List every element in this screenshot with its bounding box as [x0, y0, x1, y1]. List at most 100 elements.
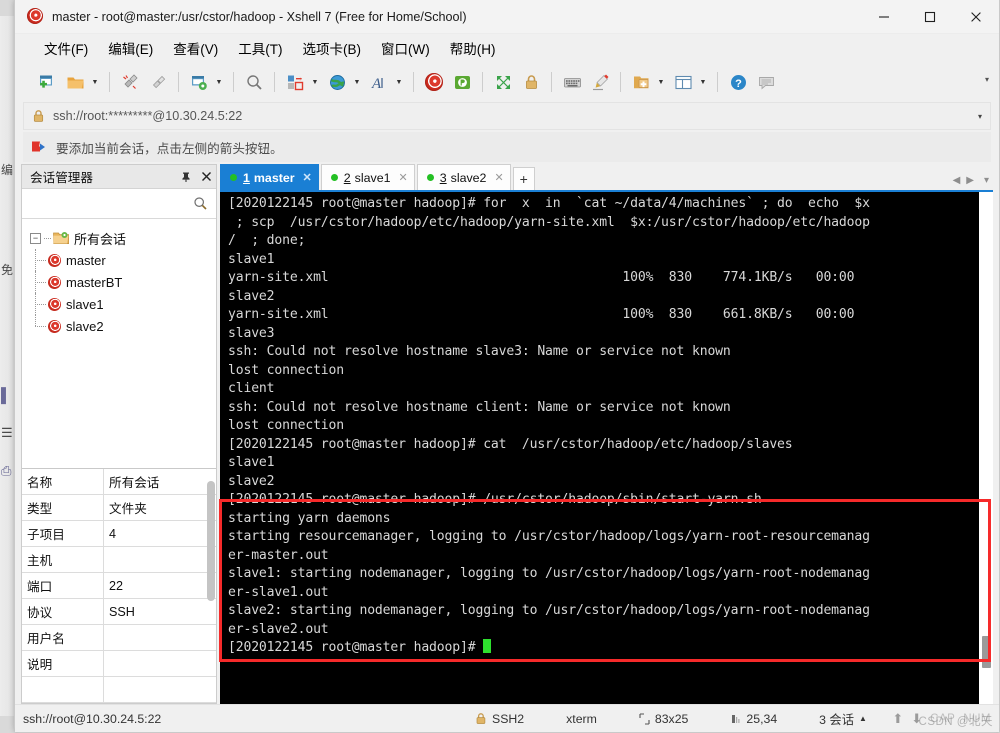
- status-num-indicator: NUM: [963, 712, 991, 725]
- menu-file[interactable]: 文件(F): [35, 35, 97, 61]
- status-cursor-position[interactable]: 25,34: [730, 712, 777, 726]
- pin-icon[interactable]: [176, 166, 196, 188]
- tab-number: 3: [439, 170, 447, 185]
- toolbar-separator-9: [717, 72, 718, 92]
- xshell-icon[interactable]: [421, 68, 447, 96]
- tree-node-all-sessions[interactable]: − 所有会话: [22, 227, 216, 249]
- tab-master[interactable]: 1 master ✕: [220, 164, 319, 190]
- help-icon[interactable]: ?: [725, 68, 751, 96]
- session-properties-grid: 名称 所有会话 类型 文件夹 子项目 4 主机 端口 22 协议 SSH 用户名…: [22, 468, 216, 703]
- find-icon[interactable]: [241, 68, 267, 96]
- address-value[interactable]: ssh://root:*********@10.30.24.5:22: [53, 109, 242, 123]
- terminal-output[interactable]: [2020122145 root@master hadoop]# for x i…: [220, 192, 978, 704]
- split-layout-icon[interactable]: [670, 68, 696, 96]
- menu-edit[interactable]: 编辑(E): [99, 35, 162, 61]
- font-icon[interactable]: A: [366, 68, 392, 96]
- reconnect-icon[interactable]: [145, 68, 171, 96]
- status-size[interactable]: 83x25: [639, 711, 689, 726]
- comment-icon[interactable]: [753, 68, 779, 96]
- disconnect-icon[interactable]: [117, 68, 143, 96]
- session-search-box[interactable]: [22, 189, 216, 219]
- status-size-label: 83x25: [654, 711, 689, 726]
- terminal-scrollbar[interactable]: [978, 192, 993, 704]
- address-bar[interactable]: ssh://root:*********@10.30.24.5:22 ▾: [23, 102, 991, 130]
- tab-bar: 1 master ✕ 2 slave1 ✕ 3 slave2 ✕ + ◀ ▶ ▾: [220, 164, 993, 190]
- tab-status-dot-icon: [230, 174, 237, 181]
- toolbar-separator-8: [620, 72, 621, 92]
- property-key: 名称: [22, 469, 104, 494]
- toolbar-overflow-icon[interactable]: ▾: [985, 75, 989, 84]
- new-tab-button[interactable]: +: [512, 167, 535, 190]
- tab-list-icon[interactable]: ▾: [984, 175, 989, 186]
- menu-tabs[interactable]: 选项卡(B): [294, 35, 371, 61]
- tab-status-dot-icon: [330, 174, 338, 181]
- table-row: 类型 文件夹: [22, 495, 216, 521]
- tree-item-label: slave1: [66, 296, 104, 312]
- transfer-up-icon[interactable]: ⬆: [892, 711, 903, 727]
- address-dropdown-icon[interactable]: ▾: [978, 112, 982, 121]
- tree-item-masterbt[interactable]: masterBT: [22, 271, 216, 293]
- add-tab-caret-icon[interactable]: ▼: [655, 68, 667, 96]
- font-caret-icon[interactable]: ▼: [393, 68, 405, 96]
- transfer-file-caret-icon[interactable]: ▼: [309, 68, 321, 96]
- search-icon[interactable]: [193, 196, 208, 211]
- tab-slave1[interactable]: 2 slave1 ✕: [320, 164, 415, 190]
- tree-item-slave1[interactable]: slave1: [22, 293, 216, 315]
- table-row: 端口 22: [22, 573, 216, 599]
- add-tab-icon[interactable]: [628, 68, 654, 96]
- tab-next-icon[interactable]: ▶: [966, 175, 974, 186]
- new-session-icon[interactable]: [34, 68, 60, 96]
- tree-item-master[interactable]: master: [22, 249, 216, 271]
- close-button[interactable]: [953, 0, 999, 34]
- tab-prev-icon[interactable]: ◀: [953, 175, 961, 186]
- split-layout-caret-icon[interactable]: ▼: [697, 68, 709, 96]
- menu-tools[interactable]: 工具(T): [229, 35, 291, 61]
- menu-help[interactable]: 帮助(H): [441, 35, 505, 61]
- expander-icon[interactable]: −: [30, 232, 41, 244]
- main-body: 会话管理器 − 所有会话 master masterBT slave1 slav…: [15, 164, 999, 704]
- lock-icon[interactable]: [518, 68, 544, 96]
- toolbar-separator-6: [482, 72, 483, 92]
- tab-close-icon[interactable]: ✕: [399, 171, 408, 184]
- tab-slave2[interactable]: 3 slave2 ✕: [416, 164, 511, 190]
- keyboard-icon[interactable]: [559, 68, 585, 96]
- globe-icon[interactable]: [324, 68, 350, 96]
- property-value: [104, 547, 216, 572]
- background-window-glyph-b: 免: [1, 263, 14, 277]
- tree-item-slave2[interactable]: slave2: [22, 315, 216, 337]
- tab-close-icon[interactable]: ✕: [494, 171, 503, 184]
- xftp-icon[interactable]: [449, 68, 475, 96]
- open-folder-caret-icon[interactable]: ▼: [89, 68, 101, 96]
- transfer-file-icon[interactable]: [282, 68, 308, 96]
- session-icon: [48, 253, 61, 267]
- scrollbar-thumb[interactable]: [982, 636, 991, 668]
- open-folder-icon[interactable]: [62, 68, 88, 96]
- sessions-caret-icon[interactable]: ▲: [859, 714, 867, 723]
- session-properties-icon[interactable]: [186, 68, 212, 96]
- property-key: 子项目: [22, 521, 104, 546]
- table-row: 说明: [22, 651, 216, 677]
- tab-status-dot-icon: [426, 174, 434, 181]
- status-security[interactable]: SSH2: [475, 712, 524, 726]
- tree-connector: [44, 237, 51, 239]
- property-value: 文件夹: [109, 502, 147, 516]
- session-icon: [48, 275, 61, 289]
- menu-window[interactable]: 窗口(W): [372, 35, 439, 61]
- fullscreen-icon[interactable]: [490, 68, 516, 96]
- minimize-button[interactable]: [861, 0, 907, 34]
- close-icon[interactable]: [196, 166, 216, 188]
- highlight-icon[interactable]: [587, 68, 613, 96]
- search-input[interactable]: [22, 195, 193, 212]
- status-terminal-type-label: xterm: [566, 711, 597, 726]
- property-key: 协议: [22, 599, 104, 624]
- properties-scrollbar[interactable]: [207, 481, 215, 601]
- menu-view[interactable]: 查看(V): [164, 35, 227, 61]
- status-sessions[interactable]: 3 会话 ▲: [819, 710, 867, 728]
- globe-caret-icon[interactable]: ▼: [351, 68, 363, 96]
- session-properties-caret-icon[interactable]: ▼: [213, 68, 225, 96]
- status-terminal-type[interactable]: xterm: [566, 712, 597, 726]
- maximize-button[interactable]: [907, 0, 953, 34]
- toolbar-separator-3: [233, 72, 234, 92]
- tab-close-icon[interactable]: ✕: [303, 171, 312, 184]
- transfer-down-icon[interactable]: ⬇: [911, 711, 922, 727]
